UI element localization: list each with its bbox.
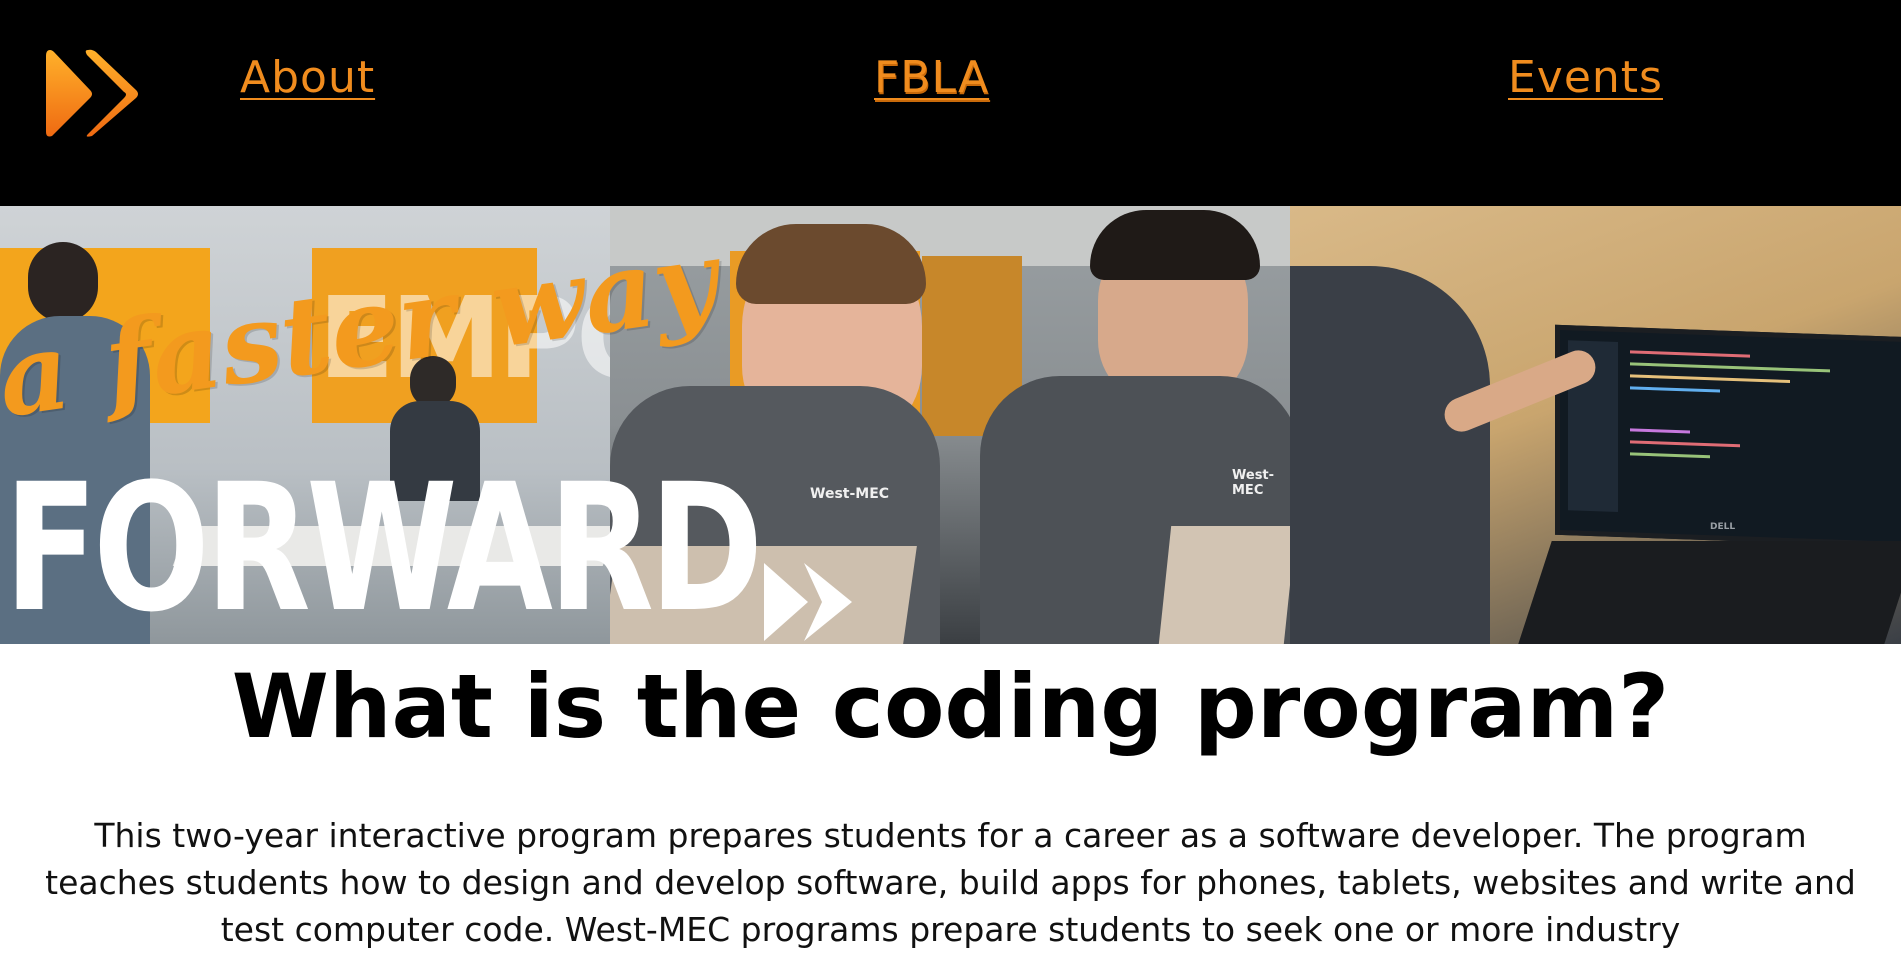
code-line [1630, 452, 1710, 459]
hero-banner: EMPO West-MEC West-MEC [0, 206, 1901, 644]
hero-photo-laptop: DELL [1290, 206, 1901, 644]
shirt-logo: West-MEC [810, 486, 890, 502]
laptop-brand: DELL [1710, 522, 1736, 532]
code-line [1630, 428, 1690, 434]
double-chevron-right-icon[interactable] [44, 46, 140, 142]
hero-chevron-icon [764, 563, 852, 641]
code-line [1630, 362, 1830, 373]
nav-link-fbla[interactable]: FBLA [874, 52, 989, 103]
code-line [1630, 386, 1720, 393]
shirt-logo: West-MEC [1232, 468, 1275, 498]
person-shoulder [1290, 266, 1490, 644]
page-title: What is the coding program? [231, 655, 1670, 758]
student-hair-left [736, 224, 926, 304]
nav-link-about[interactable]: About [240, 52, 375, 103]
top-navigation-bar: About FBLA Events [0, 0, 1901, 206]
code-line [1630, 350, 1750, 358]
code-line [1630, 440, 1740, 448]
laptop-screen [1555, 324, 1901, 548]
nav-link-events[interactable]: Events [1508, 52, 1663, 103]
student-hair-right [1090, 210, 1260, 280]
laptop-keyboard [1518, 541, 1901, 644]
hero-tagline-forward: FORWARD [4, 446, 763, 644]
program-description: This two-year interactive program prepar… [45, 816, 1856, 949]
laptop-right [1158, 526, 1290, 644]
code-line [1630, 374, 1790, 383]
